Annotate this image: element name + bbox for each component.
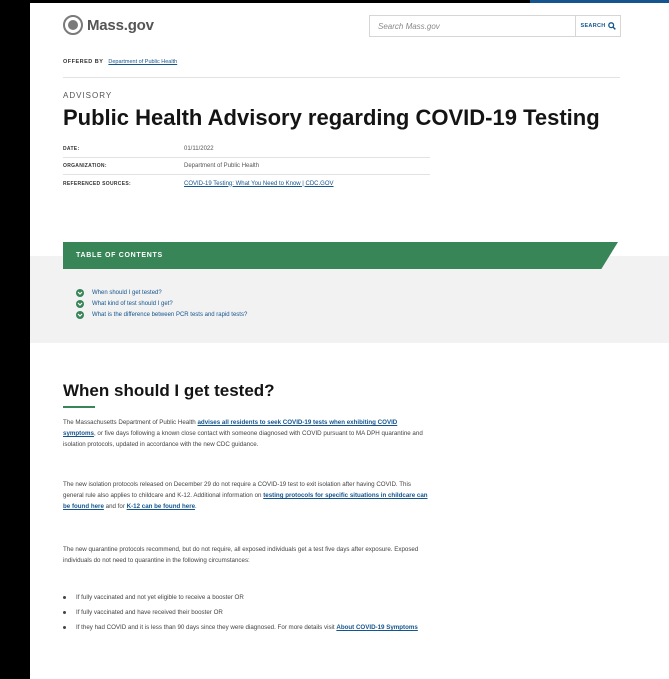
browser-page: Mass.gov SEARCH OFFERED BY Department of… (30, 3, 669, 679)
paragraph: The Massachusetts Department of Public H… (63, 417, 430, 450)
meta-row-date: DATE: 01/11/2022 (63, 141, 430, 158)
logo-text: Mass.gov (87, 16, 154, 34)
bullet-list: If fully vaccinated and not yet eligible… (63, 592, 430, 637)
search-button-label: SEARCH (580, 23, 606, 29)
offered-by-link[interactable]: Department of Public Health (108, 59, 177, 65)
toc-item[interactable]: What kind of test should I get? (76, 298, 247, 309)
meta-key: REFERENCED SOURCES: (63, 180, 131, 187)
advisory-meta-table: DATE: 01/11/2022 ORGANIZATION: Departmen… (63, 141, 430, 192)
text: If they had COVID and it is less than 90… (76, 624, 337, 631)
meta-value: Department of Public Health (184, 163, 260, 169)
offered-by-label: OFFERED BY (63, 59, 104, 65)
list-item-text: If fully vaccinated and have received th… (76, 609, 223, 616)
search-input[interactable] (370, 16, 575, 36)
toc-heading: TABLE OF CONTENTS (76, 252, 163, 259)
meta-value: COVID-19 Testing: What You Need to Know … (184, 181, 334, 187)
toc-link[interactable]: What kind of test should I get? (92, 301, 173, 307)
site-header: Mass.gov SEARCH (30, 3, 669, 49)
text: , or five days following a known close c… (63, 430, 423, 448)
covid-symptoms-link[interactable]: About COVID-19 Symptoms (336, 624, 417, 631)
meta-row-sources: REFERENCED SOURCES: COVID-19 Testing: Wh… (63, 175, 430, 192)
search-box: SEARCH (369, 15, 621, 37)
search-button[interactable]: SEARCH (575, 16, 620, 36)
page-type-label: ADVISORY (63, 91, 113, 100)
toc-item[interactable]: When should I get tested? (76, 287, 247, 298)
meta-value: 01/11/2022 (184, 146, 214, 152)
list-item-text: If fully vaccinated and not yet eligible… (76, 594, 244, 601)
chevron-down-circle-icon (76, 299, 84, 308)
text: . (195, 503, 197, 510)
meta-key: DATE: (63, 146, 80, 152)
meta-row-organization: ORGANIZATION: Department of Public Healt… (63, 158, 430, 175)
offered-by: OFFERED BY Department of Public Health (63, 59, 177, 65)
list-item: If fully vaccinated and have received th… (63, 607, 430, 618)
divider (63, 77, 620, 78)
toc-item[interactable]: What is the difference between PCR tests… (76, 309, 247, 320)
k12-protocols-link[interactable]: K-12 can be found here (127, 503, 195, 510)
referenced-source-link[interactable]: COVID-19 Testing: What You Need to Know … (184, 181, 334, 187)
toc-header: TABLE OF CONTENTS (63, 242, 618, 269)
chevron-down-circle-icon (76, 310, 84, 319)
text: The Massachusetts Department of Public H… (63, 419, 198, 426)
toc-link[interactable]: When should I get tested? (92, 290, 162, 296)
paragraph: The new isolation protocols released on … (63, 479, 430, 512)
chevron-down-circle-icon (76, 288, 84, 297)
list-item: If fully vaccinated and not yet eligible… (63, 592, 430, 603)
bullet-dot (63, 596, 66, 599)
page-title: Public Health Advisory regarding COVID-1… (63, 105, 600, 130)
list-item: If they had COVID and it is less than 90… (63, 622, 430, 633)
meta-key: ORGANIZATION: (63, 163, 107, 169)
toc-link[interactable]: What is the difference between PCR tests… (92, 312, 247, 318)
toc-list: When should I get tested? What kind of t… (76, 287, 247, 320)
bullet-dot (63, 626, 66, 629)
heading-underline (63, 406, 95, 408)
paragraph: The new quarantine protocols recommend, … (63, 546, 419, 564)
search-icon (607, 22, 616, 30)
mass-seal-icon (63, 15, 83, 35)
site-logo[interactable]: Mass.gov (63, 15, 154, 35)
bullet-dot (63, 611, 66, 614)
text: and for (103, 503, 127, 510)
section-heading: When should I get tested? (63, 381, 275, 400)
list-item-text: If they had COVID and it is less than 90… (76, 622, 418, 633)
